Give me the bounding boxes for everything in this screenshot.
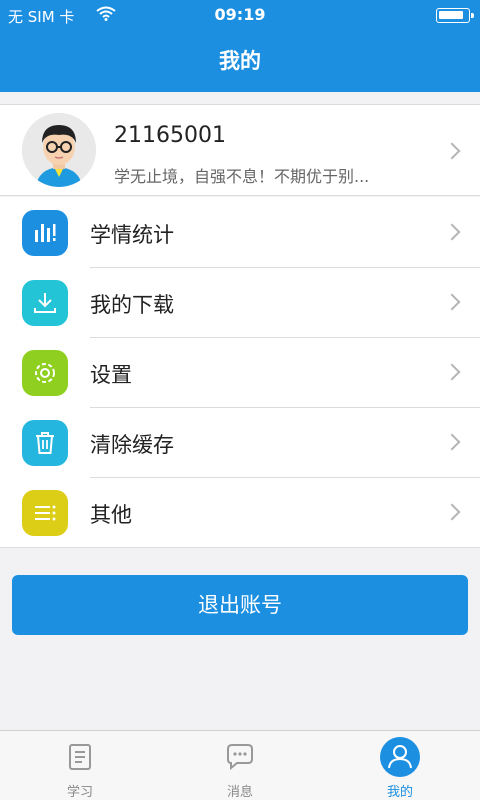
menu-item-label: 设置 [90, 363, 132, 387]
chevron-right-icon [443, 142, 461, 160]
menu-item-clear-cache[interactable]: 清除缓存 [0, 407, 480, 477]
chevron-right-icon [443, 363, 461, 381]
gear-icon [22, 350, 68, 396]
tab-bar: 学习 消息 我的 [0, 730, 480, 800]
settings-menu: 学情统计 我的下载 设置 清除缓存 其他 [0, 197, 480, 548]
download-icon [22, 280, 68, 326]
menu-item-other[interactable]: 其他 [0, 477, 480, 547]
book-icon [64, 741, 96, 773]
menu-item-label: 其他 [90, 503, 132, 527]
menu-item-my-downloads[interactable]: 我的下载 [0, 267, 480, 337]
top-bar: 无 SIM 卡 09:19 我的 [0, 0, 480, 92]
menu-item-label: 学情统计 [90, 223, 174, 247]
chevron-right-icon [443, 503, 461, 521]
tab-study[interactable]: 学习 [0, 731, 160, 800]
menu-item-label: 清除缓存 [90, 433, 174, 457]
tab-label: 消息 [226, 785, 253, 800]
profile-row[interactable]: 21165001 学无止境，自强不息！不期优于别... [0, 104, 480, 196]
page-title: 我的 [219, 49, 261, 73]
logout-button[interactable]: 退出账号 [12, 575, 468, 635]
list-icon [22, 490, 68, 536]
tab-label: 学习 [66, 785, 93, 800]
menu-item-settings[interactable]: 设置 [0, 337, 480, 407]
user-motto: 学无止境，自强不息！不期优于别... [114, 167, 370, 186]
status-bar: 无 SIM 卡 09:19 [0, 0, 480, 30]
clock: 09:19 [214, 5, 266, 24]
battery-icon [436, 8, 474, 23]
menu-item-study-stats[interactable]: 学情统计 [0, 197, 480, 267]
chevron-right-icon [443, 433, 461, 451]
menu-item-label: 我的下载 [90, 293, 174, 317]
chevron-right-icon [443, 293, 461, 311]
tab-label: 我的 [386, 785, 413, 800]
tab-me[interactable]: 我的 [320, 731, 480, 800]
bar-chart-icon [22, 210, 68, 256]
user-id: 21165001 [114, 123, 226, 148]
trash-icon [22, 420, 68, 466]
avatar [22, 113, 96, 187]
tab-messages[interactable]: 消息 [160, 731, 320, 800]
user-icon [380, 737, 420, 777]
chevron-right-icon [443, 223, 461, 241]
chat-icon [224, 741, 256, 773]
